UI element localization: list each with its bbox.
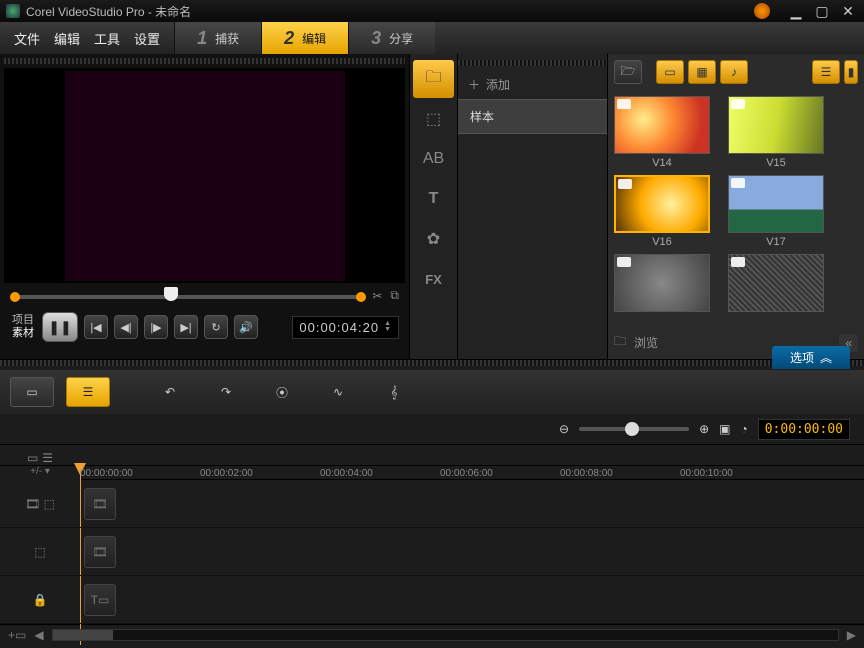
libtab-title[interactable]: AB — [410, 140, 457, 178]
minimize-button[interactable]: ▁ — [786, 3, 806, 20]
title-track-icon: T▭ — [84, 584, 116, 616]
video-badge-icon — [617, 257, 631, 267]
open-folder-button[interactable]: 🗁 — [614, 60, 642, 84]
thumb-extra2[interactable] — [728, 254, 824, 315]
menu-edit[interactable]: 编辑 — [54, 29, 80, 48]
project-duration-icon[interactable]: ◔ — [740, 422, 747, 436]
scrub-handle[interactable] — [164, 287, 178, 301]
step-share[interactable]: 3分享 — [348, 22, 435, 54]
thumb-v17[interactable]: V17 — [728, 175, 824, 248]
plus-icon: ＋ — [468, 76, 480, 93]
redo-button[interactable]: ↷ — [204, 377, 248, 407]
libtab-media[interactable]: 🗀 — [413, 60, 454, 98]
track-video[interactable]: 🎞 — [80, 480, 864, 528]
go-start-button[interactable]: |◀ — [84, 315, 108, 339]
video-badge-icon — [731, 257, 745, 267]
record-button[interactable]: ⦿ — [260, 377, 304, 407]
track-overlay[interactable]: 🎞 — [80, 528, 864, 576]
undo-button[interactable]: ↶ — [148, 377, 192, 407]
go-end-button[interactable]: ▶| — [174, 315, 198, 339]
ruler-view2-icon[interactable]: ☰ — [42, 451, 53, 465]
zoom-slider[interactable] — [579, 427, 689, 431]
panel-grip[interactable] — [458, 60, 607, 66]
storyboard-view-button[interactable]: ▭ — [10, 377, 54, 407]
video-badge-icon — [731, 99, 745, 109]
thumbnail-grid: V14 V15 V16 V17 — [608, 90, 864, 326]
step-capture[interactable]: 1捕获 — [174, 22, 261, 54]
filter-video-button[interactable]: ▭ — [656, 60, 684, 84]
video-badge-icon — [731, 178, 745, 188]
preview-timecode[interactable]: 00:00:04:20 ▲▼ — [292, 316, 399, 339]
video-badge-icon — [617, 99, 631, 109]
filter-audio-button[interactable]: ♪ — [720, 60, 748, 84]
view-list-button[interactable]: ☰ — [812, 60, 840, 84]
thumb-v14[interactable]: V14 — [614, 96, 710, 169]
close-button[interactable]: ✕ — [838, 3, 858, 20]
timecode-spinner-icon[interactable]: ▲▼ — [384, 321, 392, 333]
library-panel: 🗀 ⬚ AB T ✿ FX ＋添加 样本 🗁 ▭ ▦ ♪ ☰ ▮ — [410, 54, 864, 359]
browse-icon[interactable]: 🗀 — [614, 332, 626, 353]
timeline-timecode[interactable]: 0:00:00:00 — [758, 419, 850, 440]
scrub-bar[interactable] — [4, 286, 372, 308]
timeline-scrollbar[interactable] — [52, 629, 839, 641]
zoom-in-icon[interactable]: ⊕ — [699, 422, 709, 436]
libtab-transition[interactable]: ⬚ — [410, 100, 457, 138]
track-head-overlay[interactable]: ⬚ — [0, 528, 80, 576]
video-badge-icon — [618, 179, 632, 189]
add-track-button[interactable]: +▭ — [8, 628, 26, 642]
preview-screen — [4, 68, 405, 283]
options-toggle[interactable]: 选项︽ — [772, 346, 850, 369]
track-head-title[interactable]: 🔒 — [0, 576, 80, 624]
cut-clip-icon[interactable]: ✂ — [372, 289, 382, 303]
browse-label[interactable]: 浏览 — [634, 334, 658, 351]
fit-project-icon[interactable]: ▣ — [719, 422, 730, 436]
audio-mixer-button[interactable]: ∿ — [316, 377, 360, 407]
track-title[interactable]: T▭ — [80, 576, 864, 624]
corel-pinwheel-icon[interactable] — [754, 3, 770, 19]
play-pause-button[interactable]: ❚❚ — [42, 312, 78, 342]
mode-selector[interactable]: 项目 素材 — [10, 314, 36, 340]
track-head-video[interactable]: 🎞 ⬚ — [0, 480, 80, 528]
zoom-out-icon[interactable]: ⊖ — [559, 422, 569, 436]
timeline-view-button[interactable]: ☰ — [66, 377, 110, 407]
step-edit[interactable]: 2编辑 — [261, 22, 348, 54]
volume-button[interactable]: 🔊 — [234, 315, 258, 339]
libtab-filter[interactable]: ✿ — [410, 220, 457, 258]
auto-music-button[interactable]: 𝄞 — [372, 377, 416, 407]
next-frame-button[interactable]: |▶ — [144, 315, 168, 339]
timeline-panel: ▭ ☰ ↶ ↷ ⦿ ∿ 𝄞 ⊖ ⊕ ▣ ◔ 0:00:00:00 ▭ ☰ 00:… — [0, 359, 864, 648]
maximize-button[interactable]: ▢ — [812, 3, 832, 20]
panel-grip[interactable] — [4, 58, 405, 64]
thumb-v15[interactable]: V15 — [728, 96, 824, 169]
prev-frame-button[interactable]: ◀| — [114, 315, 138, 339]
thumb-extra1[interactable] — [614, 254, 710, 315]
video-track-icon: 🎞 — [84, 488, 116, 520]
panel-grip[interactable] — [0, 360, 864, 366]
menu-settings[interactable]: 设置 — [134, 29, 160, 48]
grab-snapshot-icon[interactable]: ⧉ — [390, 288, 399, 303]
folder-sample[interactable]: 样本 — [458, 99, 607, 134]
add-folder-button[interactable]: ＋添加 — [458, 70, 607, 99]
chevron-up-icon: ︽ — [820, 349, 832, 366]
libtab-graphic[interactable]: T — [410, 180, 457, 218]
menu-file[interactable]: 文件 — [14, 29, 40, 48]
menu-bar: 文件 编辑 工具 设置 1捕获 2编辑 3分享 — [0, 22, 864, 54]
repeat-button[interactable]: ↻ — [204, 315, 228, 339]
preview-panel: ✂ ⧉ 项目 素材 ❚❚ |◀ ◀| |▶ ▶| ↻ 🔊 00:00:04:20… — [0, 54, 410, 359]
overlay-track-icon: 🎞 — [84, 536, 116, 568]
view-more-button[interactable]: ▮ — [844, 60, 858, 84]
filter-photo-button[interactable]: ▦ — [688, 60, 716, 84]
thumb-v16[interactable]: V16 — [614, 175, 710, 248]
scroll-left-icon[interactable]: ◀ — [34, 628, 43, 642]
app-title: Corel VideoStudio Pro - 未命名 — [26, 3, 191, 20]
menu-tools[interactable]: 工具 — [94, 29, 120, 48]
libtab-fx[interactable]: FX — [410, 260, 457, 298]
ruler-view1-icon[interactable]: ▭ — [27, 451, 38, 465]
title-bar: Corel VideoStudio Pro - 未命名 ▁ ▢ ✕ — [0, 0, 864, 22]
scroll-right-icon[interactable]: ▶ — [847, 628, 856, 642]
app-icon — [6, 4, 20, 18]
